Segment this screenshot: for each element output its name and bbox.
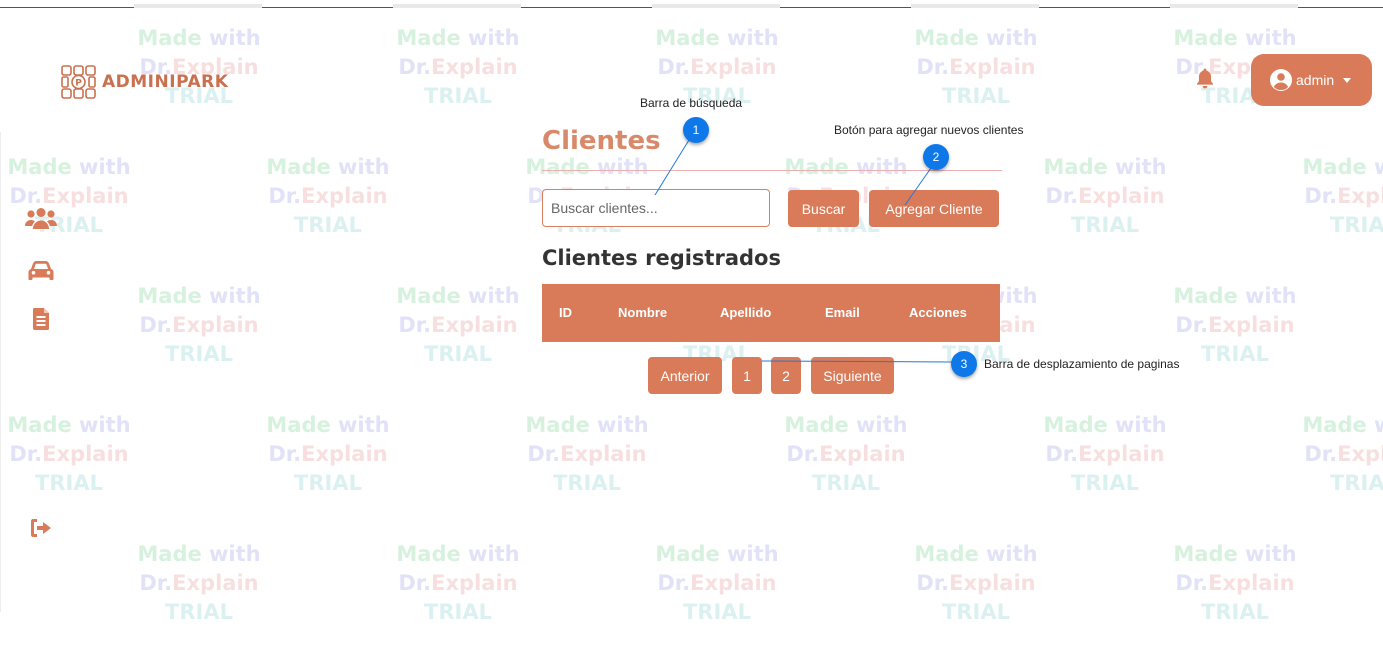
watermark: Made withDr.ExplainTRIAL (784, 413, 908, 495)
watermark: Made withDr.ExplainTRIAL (396, 284, 520, 366)
pagination-next-button[interactable]: Siguiente (811, 357, 894, 394)
watermark: Made withDr.ExplainTRIAL (137, 284, 261, 366)
column-header-id[interactable]: ID (559, 305, 572, 320)
callout-label: Barra de desplazamiento de paginas (984, 357, 1180, 371)
pagination-prev-button[interactable]: Anterior (648, 357, 722, 394)
sidebar-item-reportes[interactable] (24, 304, 58, 334)
watermark: Made withDr.ExplainTRIAL (525, 413, 649, 495)
users-icon (25, 208, 57, 229)
car-icon (28, 261, 54, 280)
chevron-down-icon (1343, 77, 1352, 83)
watermark: Made withDr.ExplainTRIAL (7, 413, 131, 495)
sidebar-item-logout[interactable] (24, 513, 58, 543)
watermark: Made withDr.ExplainTRIAL (1173, 284, 1297, 366)
watermark: Made withDr.ExplainTRIAL (1043, 155, 1167, 237)
watermark: Made withDr.ExplainTRIAL (1043, 413, 1167, 495)
watermark: Made withDr.ExplainTRIAL (1302, 155, 1383, 237)
watermark: Made withDr.ExplainTRIAL (655, 542, 779, 624)
brand[interactable]: P ADMINIPARK (60, 64, 228, 100)
page-title: Clientes (542, 126, 661, 156)
brand-name: ADMINIPARK (102, 72, 229, 92)
top-tab (393, 4, 521, 8)
watermark: Made withDr.ExplainTRIAL (396, 26, 520, 108)
pagination-page-button[interactable]: 1 (732, 357, 762, 394)
column-header-email[interactable]: Email (825, 305, 860, 320)
sidebar-item-vehiculos[interactable] (24, 256, 58, 286)
watermark: Made withDr.ExplainTRIAL (266, 413, 390, 495)
top-tab (911, 4, 1039, 8)
column-header-apellido[interactable]: Apellido (720, 305, 771, 320)
user-avatar-icon (1270, 69, 1292, 91)
top-tab (1170, 4, 1298, 8)
callout-label: Botón para agregar nuevos clientes (834, 123, 1024, 137)
watermark: Made withDr.ExplainTRIAL (1173, 542, 1297, 624)
sidebar-item-clientes[interactable] (24, 204, 58, 234)
callout-marker: 2 (923, 144, 949, 170)
document-icon (33, 308, 49, 330)
search-input[interactable] (542, 189, 770, 227)
watermark: Made withDr.ExplainTRIAL (914, 26, 1038, 108)
parking-logo-icon: P (61, 65, 96, 99)
watermark: Made withDr.ExplainTRIAL (266, 155, 390, 237)
top-tab (652, 4, 780, 8)
column-header-acciones[interactable]: Acciones (909, 305, 967, 320)
pagination-page-button[interactable]: 2 (771, 357, 801, 394)
top-tab (134, 4, 262, 8)
title-divider (542, 170, 1002, 171)
sidebar (0, 132, 6, 612)
user-name: admin (1296, 72, 1335, 88)
watermark: Made withDr.ExplainTRIAL (396, 542, 520, 624)
section-title: Clientes registrados (542, 246, 781, 270)
add-client-button[interactable]: Agregar Cliente (869, 190, 999, 227)
logout-icon (31, 519, 51, 537)
watermark: Made withDr.ExplainTRIAL (914, 542, 1038, 624)
svg-text:P: P (75, 79, 82, 89)
bell-icon[interactable] (1195, 67, 1215, 89)
callout-marker: 3 (951, 351, 977, 377)
search-button[interactable]: Buscar (788, 190, 859, 227)
watermark: Made withDr.ExplainTRIAL (137, 542, 261, 624)
table-header: ID Nombre Apellido Email Acciones (542, 284, 1000, 342)
column-header-nombre[interactable]: Nombre (618, 305, 667, 320)
watermark: Made withDr.ExplainTRIAL (1302, 413, 1383, 495)
callout-label: Barra de búsqueda (640, 96, 743, 110)
user-menu-button[interactable]: admin (1251, 54, 1372, 106)
callout-marker: 1 (683, 117, 709, 143)
